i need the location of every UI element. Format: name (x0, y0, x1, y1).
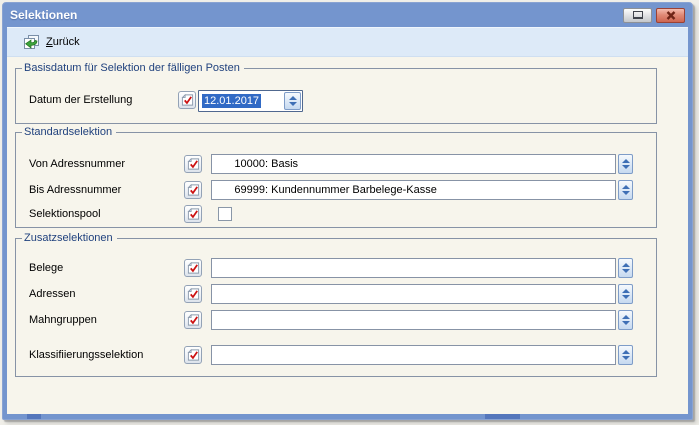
mahngruppen-label: Mahngruppen (29, 310, 97, 331)
datum-value[interactable]: 12.01.2017 (200, 92, 284, 110)
red-check-icon (187, 183, 200, 197)
maximize-button[interactable] (623, 8, 652, 23)
red-check-icon (187, 287, 200, 301)
down-arrow-icon (622, 356, 630, 360)
mahngruppen-field[interactable] (211, 310, 616, 330)
selektionspool-checkbox[interactable] (218, 207, 232, 221)
row-mahngruppen: Mahngruppen (16, 310, 656, 332)
selektionspool-select-button[interactable] (184, 205, 202, 223)
row-von-adressnummer: Von Adressnummer 10000: Basis (16, 154, 656, 176)
selektionen-dialog: Selektionen Zurück (2, 2, 693, 420)
belege-field[interactable] (211, 258, 616, 278)
von-adressnummer-field[interactable]: 10000: Basis (211, 154, 616, 174)
up-arrow-icon (622, 315, 630, 319)
group-zusatzselektionen-legend: Zusatzselektionen (22, 231, 117, 245)
red-check-icon (181, 93, 194, 107)
von-adressnummer-combo: 10000: Basis (211, 154, 633, 174)
bis-adressnummer-spinner[interactable] (618, 180, 633, 200)
belege-label: Belege (29, 258, 63, 279)
maximize-icon (633, 11, 643, 19)
back-icon (23, 34, 40, 50)
datum-spinner[interactable] (284, 92, 301, 110)
row-datum: Datum der Erstellung 12.01.2017 (16, 90, 656, 112)
window-controls (623, 8, 685, 23)
row-bis-adressnummer: Bis Adressnummer 69999: Kundennummer Bar… (16, 180, 656, 202)
group-standardselektion-legend: Standardselektion (22, 125, 116, 139)
row-adressen: Adressen (16, 284, 656, 306)
adressen-field[interactable] (211, 284, 616, 304)
down-arrow-icon (622, 165, 630, 169)
background-window-fragment (27, 414, 41, 419)
down-arrow-icon (622, 295, 630, 299)
bis-adressnummer-field[interactable]: 69999: Kundennummer Barbelege-Kasse (211, 180, 616, 200)
row-klassifizierungsselektion: Klassifiierungsselektion (16, 345, 656, 367)
down-arrow-icon (622, 191, 630, 195)
up-arrow-icon (622, 289, 630, 293)
down-arrow-icon (622, 321, 630, 325)
group-basisdatum: Basisdatum für Selektion der fälligen Po… (15, 68, 657, 124)
adressen-label: Adressen (29, 284, 75, 305)
adressen-select-button[interactable] (184, 285, 202, 303)
window-title: Selektionen (10, 8, 77, 22)
close-icon (666, 11, 676, 20)
down-arrow-icon (289, 102, 297, 106)
bis-adressnummer-select-button[interactable] (184, 181, 202, 199)
dialog-body: Zurück Basisdatum für Selektion der fäll… (7, 27, 688, 414)
klassifizierungsselektion-combo (211, 345, 633, 365)
adressen-spinner[interactable] (618, 284, 633, 304)
red-check-icon (187, 261, 200, 275)
red-check-icon (187, 348, 200, 362)
mahngruppen-select-button[interactable] (184, 311, 202, 329)
klassifizierungsselektion-label: Klassifiierungsselektion (29, 345, 143, 366)
red-check-icon (187, 207, 200, 221)
back-button-label: Zurück (46, 36, 80, 48)
mahngruppen-spinner[interactable] (618, 310, 633, 330)
down-arrow-icon (622, 269, 630, 273)
selektionspool-label: Selektionspool (29, 204, 101, 225)
row-selektionspool: Selektionspool (16, 204, 656, 226)
toolbar: Zurück (7, 27, 688, 57)
dialog-content: Basisdatum für Selektion der fälligen Po… (7, 58, 688, 414)
close-button[interactable] (656, 8, 685, 23)
belege-spinner[interactable] (618, 258, 633, 278)
background-window-fragment (485, 414, 520, 419)
up-arrow-icon (622, 350, 630, 354)
belege-select-button[interactable] (184, 259, 202, 277)
back-button[interactable]: Zurück (20, 31, 87, 53)
bis-adressnummer-label: Bis Adressnummer (29, 180, 121, 201)
up-arrow-icon (622, 185, 630, 189)
group-zusatzselektionen: Zusatzselektionen Belege (15, 238, 657, 377)
row-belege: Belege (16, 258, 656, 280)
klassifizierungsselektion-spinner[interactable] (618, 345, 633, 365)
red-check-icon (187, 313, 200, 327)
title-bar[interactable]: Selektionen (3, 3, 692, 27)
group-standardselektion: Standardselektion Von Adressnummer 10000… (15, 132, 657, 228)
up-arrow-icon (622, 159, 630, 163)
datum-field[interactable]: 12.01.2017 (198, 90, 303, 112)
red-check-icon (187, 157, 200, 171)
mahngruppen-combo (211, 310, 633, 330)
bis-adressnummer-combo: 69999: Kundennummer Barbelege-Kasse (211, 180, 633, 200)
adressen-combo (211, 284, 633, 304)
up-arrow-icon (622, 263, 630, 267)
up-arrow-icon (289, 96, 297, 100)
klassifizierungsselektion-field[interactable] (211, 345, 616, 365)
klassifizierungsselektion-select-button[interactable] (184, 346, 202, 364)
von-adressnummer-select-button[interactable] (184, 155, 202, 173)
group-basisdatum-legend: Basisdatum für Selektion der fälligen Po… (22, 61, 244, 75)
belege-combo (211, 258, 633, 278)
datum-select-button[interactable] (178, 91, 196, 109)
datum-label: Datum der Erstellung (29, 90, 132, 111)
von-adressnummer-label: Von Adressnummer (29, 154, 125, 175)
von-adressnummer-spinner[interactable] (618, 154, 633, 174)
